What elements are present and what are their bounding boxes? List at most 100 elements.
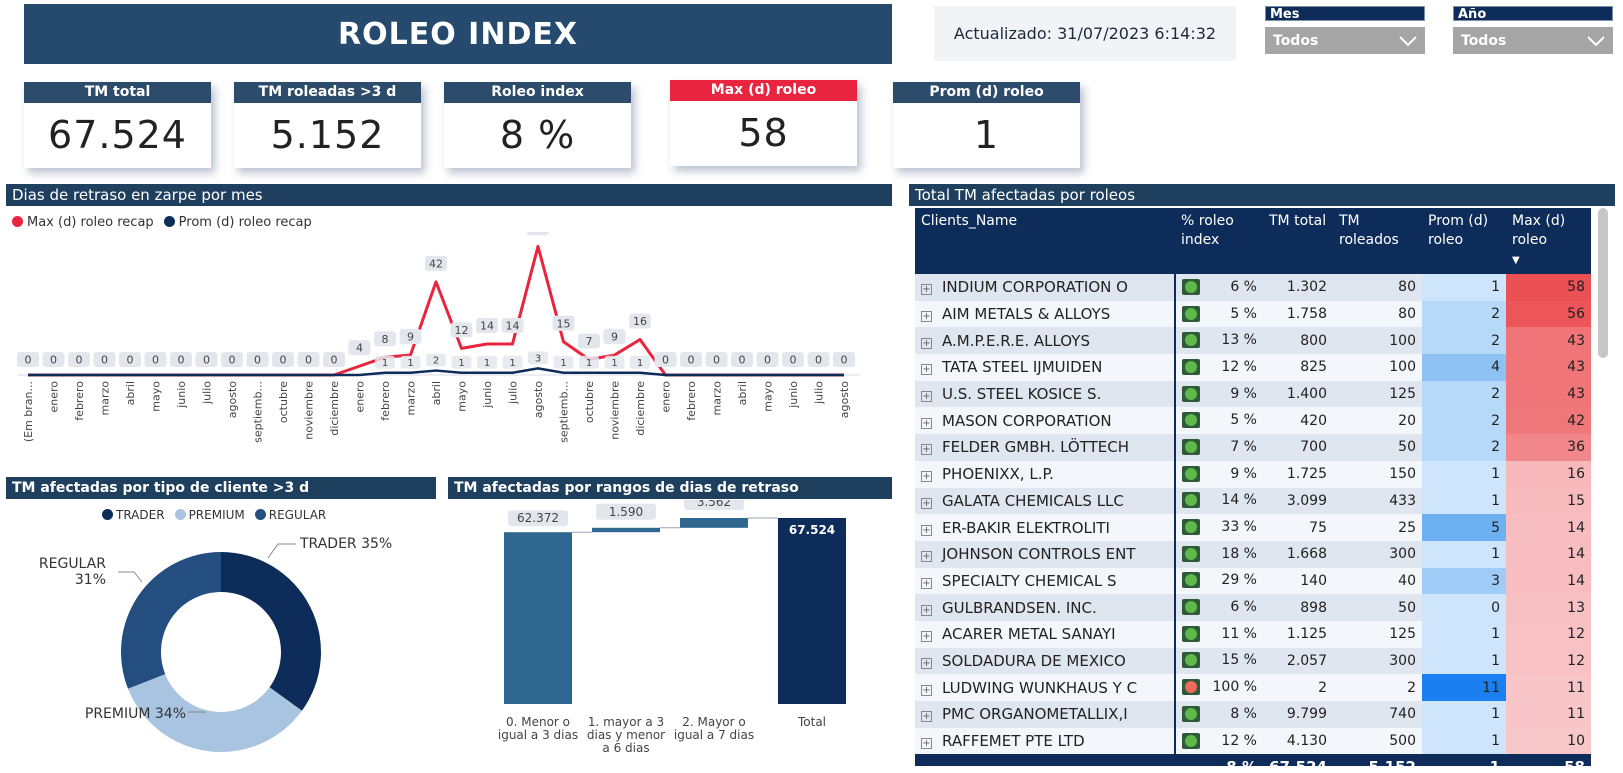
slicer-ano-dropdown[interactable]: Todos <box>1453 27 1613 54</box>
table-row[interactable]: + MASON CORPORATION 5 % 420 20 2 42 <box>915 407 1591 435</box>
sort-desc-icon: ▼ <box>1512 255 1520 266</box>
pie-slice-regular[interactable] <box>121 552 221 689</box>
status-indicator-icon <box>1182 332 1200 349</box>
tm-roleados-cell: 125 <box>1333 380 1422 408</box>
expand-icon[interactable]: + <box>921 631 932 643</box>
status-indicator-icon <box>1182 572 1200 589</box>
table-row[interactable]: + LUDWING WUNKHAUS Y C 100 % 2 2 11 11 <box>915 674 1591 701</box>
table-row[interactable]: + PHOENIXX, L.P. 9 % 1.725 150 1 16 <box>915 460 1591 488</box>
expand-icon[interactable]: + <box>921 471 932 483</box>
client-name: FELDER GMBH. LÖTTECH <box>942 438 1130 457</box>
expand-icon[interactable]: + <box>921 497 932 509</box>
table-row[interactable]: + A.M.P.E.R.E. ALLOYS 13 % 800 100 2 43 <box>915 327 1591 355</box>
client-name: INDIUM CORPORATION O <box>942 278 1128 297</box>
table-scrollbar[interactable] <box>1598 208 1608 358</box>
waterfall-bar[interactable] <box>680 518 748 528</box>
expand-icon[interactable]: + <box>921 417 932 429</box>
col-header-tm-total[interactable]: TM total <box>1263 208 1333 274</box>
data-label-max: 0 <box>680 352 702 367</box>
waterfall-bar[interactable] <box>592 527 660 533</box>
table-row[interactable]: + GALATA CHEMICALS LLC 14 % 3.099 433 1 15 <box>915 487 1591 515</box>
data-label-max: 14 <box>501 317 524 333</box>
col-header-pct[interactable]: % roleo index <box>1175 208 1263 274</box>
max-roleo-cell: 10 <box>1506 727 1591 755</box>
expand-icon[interactable]: + <box>921 337 932 349</box>
expand-icon[interactable]: + <box>921 604 932 616</box>
clients-table-container: Clients_Name % roleo index TM total TM r… <box>915 208 1591 766</box>
expand-icon[interactable]: + <box>921 738 932 750</box>
tm-roleados-cell: 25 <box>1333 514 1422 541</box>
tm-roleados-cell: 80 <box>1333 300 1422 328</box>
client-name-cell: + SOLDADURA DE MEXICO <box>915 647 1175 675</box>
svg-text:15: 15 <box>557 317 571 330</box>
waterfall-chart: 62.372 1.590 3.562 67.524 0. Menor o igual a … <box>498 500 846 755</box>
legend-item-prom[interactable]: Prom (d) roleo recap <box>163 215 312 230</box>
table-row[interactable]: + PMC ORGANOMETALLIX,I 8 % 9.799 740 1 11 <box>915 701 1591 728</box>
expand-icon[interactable]: + <box>921 551 932 563</box>
roleo-index-cell: 33 % <box>1174 514 1263 541</box>
table-row[interactable]: + ACARER METAL SANAYI 11 % 1.125 125 1 12 <box>915 620 1591 648</box>
expand-icon[interactable]: + <box>921 444 932 456</box>
expand-icon[interactable]: + <box>921 311 932 323</box>
table-row[interactable]: + SOLDADURA DE MEXICO 15 % 2.057 300 1 12 <box>915 647 1591 675</box>
table-row[interactable]: + INDIUM CORPORATION O 6 % 1.302 80 1 58 <box>915 274 1591 301</box>
expand-icon[interactable]: + <box>921 711 932 723</box>
prom-roleo-cell: 2 <box>1422 434 1506 461</box>
col-header-client[interactable]: Clients_Name <box>915 208 1175 274</box>
kpi-label: Prom (d) roleo <box>893 82 1080 103</box>
table-row[interactable]: + FELDER GMBH. LÖTTECH 7 % 700 50 2 36 <box>915 434 1591 461</box>
waterfall-bar[interactable] <box>504 532 572 704</box>
table-row[interactable]: + ER-BAKIR ELEKTROLITI 33 % 75 25 5 14 <box>915 514 1591 541</box>
kpi-label: Roleo index <box>444 82 631 103</box>
prom-roleo-cell: 11 <box>1422 674 1506 701</box>
max-roleo-cell: 42 <box>1506 407 1591 435</box>
legend-item-max[interactable]: Max (d) roleo recap <box>12 215 154 230</box>
svg-text:0: 0 <box>178 354 185 367</box>
kpi-card-tm-total: TM total 67.524 <box>24 82 211 168</box>
x-tick-label: (Em bran... <box>22 381 35 442</box>
client-name: ACARER METAL SANAYI <box>942 625 1116 644</box>
expand-icon[interactable]: + <box>921 684 932 696</box>
bar-value-label: 3.562 <box>684 500 744 510</box>
table-row[interactable]: + SPECIALTY CHEMICAL S 29 % 140 40 3 14 <box>915 567 1591 595</box>
x-tick-label: abril <box>124 381 137 405</box>
x-tick-label: febrero <box>73 381 86 421</box>
col-header-tm-roleados[interactable]: TM roleados <box>1333 208 1422 274</box>
waterfall-bar[interactable] <box>778 518 846 704</box>
tm-total-cell: 1.302 <box>1263 274 1333 301</box>
x-tick-label: noviembre <box>303 381 316 440</box>
tm-roleados-cell: 50 <box>1333 594 1422 621</box>
col-header-prom[interactable]: Prom (d) roleo <box>1422 208 1506 274</box>
table-row[interactable]: + U.S. STEEL KOSICE S. 9 % 1.400 125 2 43 <box>915 380 1591 408</box>
svg-text:2: 2 <box>433 356 439 367</box>
x-tick-label: enero <box>354 381 367 413</box>
slicer-mes-dropdown[interactable]: Todos <box>1265 27 1425 54</box>
table-total-row: 8 % 67.524 5.152 1 58 <box>915 754 1591 766</box>
expand-icon[interactable]: + <box>921 657 932 669</box>
waterfall-chart-title: TM afectadas por rangos de dias de retra… <box>448 477 892 499</box>
table-row[interactable]: + RAFFEMET PTE LTD 12 % 4.130 500 1 10 <box>915 727 1591 755</box>
pie-slice-trader[interactable] <box>221 552 321 711</box>
table-row[interactable]: + GULBRANDSEN. INC. 6 % 898 50 0 13 <box>915 594 1591 621</box>
expand-icon[interactable]: + <box>921 364 932 376</box>
expand-icon[interactable]: + <box>921 284 932 296</box>
expand-icon[interactable]: + <box>921 524 932 536</box>
table-row[interactable]: + TATA STEEL IJMUIDEN 12 % 825 100 4 43 <box>915 354 1591 381</box>
kpi-label: TM total <box>24 82 211 103</box>
data-label-max: 0 <box>272 352 294 367</box>
roleo-index-value: 9 % <box>1230 465 1257 482</box>
col-header-max[interactable]: Max (d) roleo ▼ <box>1506 208 1591 274</box>
tm-roleados-cell: 500 <box>1333 727 1422 755</box>
data-label-max: 0 <box>807 352 830 367</box>
data-label-max: 14 <box>476 317 498 333</box>
client-name-cell: + AIM METALS & ALLOYS <box>915 300 1175 328</box>
data-label-max: 0 <box>119 352 141 367</box>
data-label-max: 0 <box>221 352 243 367</box>
prom-roleo-cell: 1 <box>1422 487 1506 515</box>
status-indicator-icon <box>1182 545 1200 562</box>
table-row[interactable]: + JOHNSON CONTROLS ENT 18 % 1.668 300 1 14 <box>915 540 1591 568</box>
table-title: Total TM afectadas por roleos <box>909 184 1615 206</box>
expand-icon[interactable]: + <box>921 577 932 589</box>
table-row[interactable]: + AIM METALS & ALLOYS 5 % 1.758 80 2 56 <box>915 300 1591 328</box>
expand-icon[interactable]: + <box>921 391 932 403</box>
